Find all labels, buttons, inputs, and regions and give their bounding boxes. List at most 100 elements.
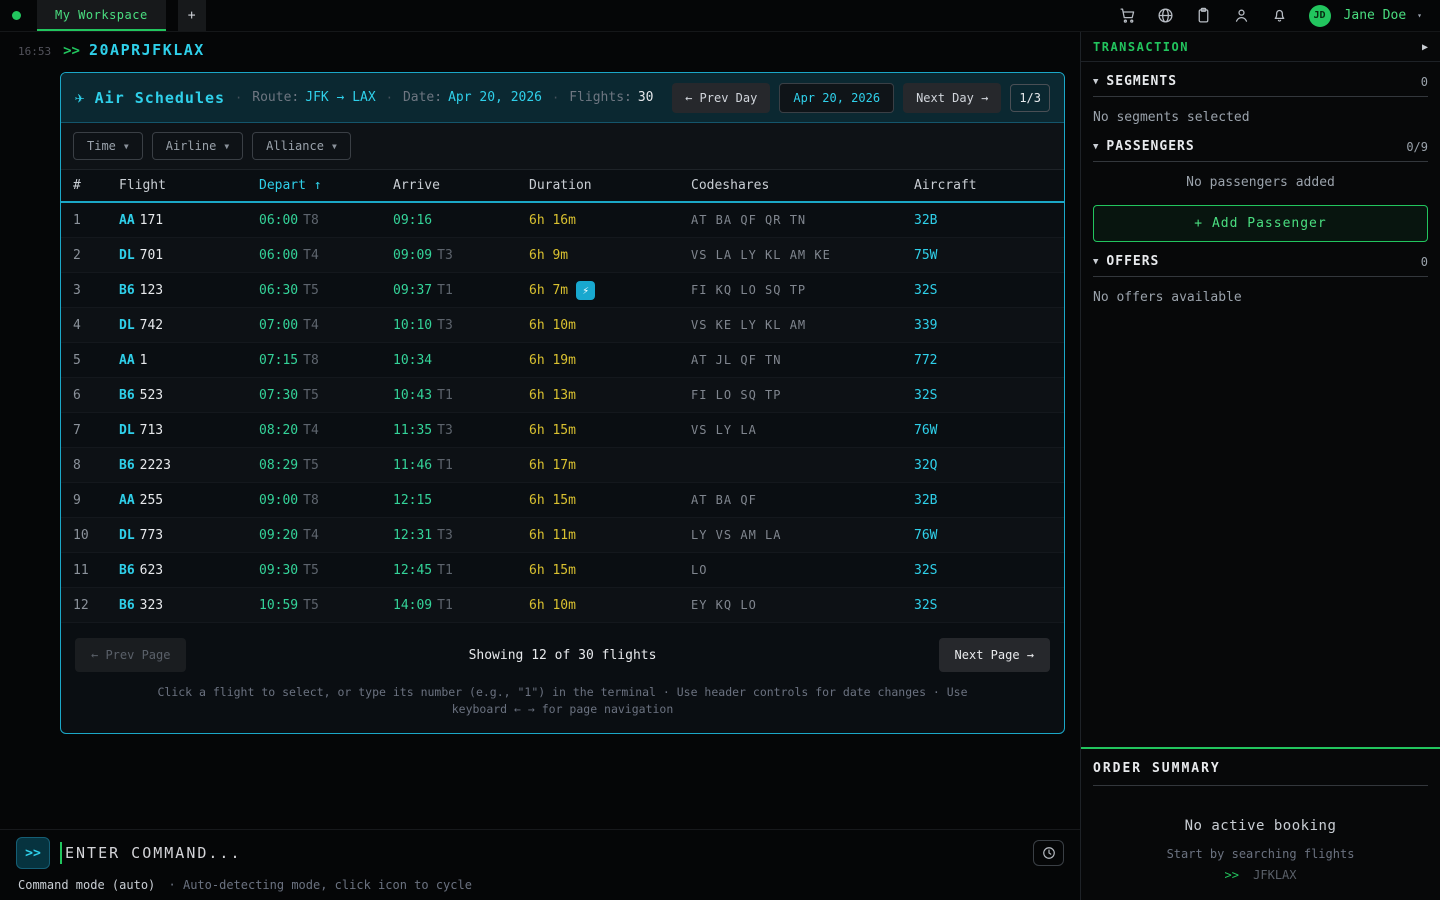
arrive-cell: 12:31T3 (393, 528, 529, 543)
segments-empty-text: No segments selected (1093, 97, 1428, 127)
filter-airline-button[interactable]: Airline ▼ (152, 132, 243, 160)
prev-day-button[interactable]: ← Prev Day (672, 83, 770, 113)
column-header-depart[interactable]: Depart ↑ (259, 178, 393, 193)
aircraft-cell: 32Q (914, 458, 1064, 473)
date-picker-button[interactable]: Apr 20, 2026 (779, 83, 894, 113)
clipboard-icon[interactable] (1195, 7, 1212, 24)
depart-terminal: T8 (303, 213, 319, 228)
command-mode-icon[interactable]: >> (16, 837, 50, 869)
arrive-cell: 10:10T3 (393, 318, 529, 333)
depart-cell: 10:59T5 (259, 598, 393, 613)
table-row[interactable]: 9 AA255 09:00T8 12:15 6h 15m (61, 483, 1064, 518)
arrive-time: 09:16 (393, 213, 432, 228)
table-row[interactable]: 8 B62223 08:29T5 11:46T1 6h 17m (61, 448, 1064, 483)
command-input[interactable] (65, 844, 1033, 862)
duration-cell: 6h 9m (529, 248, 691, 263)
depart-cell: 06:30T5 (259, 283, 393, 298)
prompt-icon: >> (63, 43, 80, 59)
depart-time: 08:20 (259, 423, 298, 438)
user-avatar[interactable]: JD (1309, 5, 1331, 27)
table-row[interactable]: 1 AA171 06:00T8 09:16 6h 16m (61, 203, 1064, 238)
depart-terminal: T8 (303, 353, 319, 368)
prompt-icon: >> (1224, 868, 1238, 882)
filter-alliance-label: Alliance (266, 139, 324, 153)
prev-page-button[interactable]: ← Prev Page (75, 638, 186, 672)
depart-cell: 09:20T4 (259, 528, 393, 543)
codeshares-cell: FI KQ LO SQ TP (691, 283, 914, 297)
workspace-tab[interactable]: My Workspace (37, 0, 166, 31)
airline-code: AA (119, 213, 135, 228)
depart-cell: 06:00T8 (259, 213, 393, 228)
arrive-cell: 09:16 (393, 213, 529, 228)
row-number: 11 (73, 563, 119, 578)
table-row[interactable]: 3 B6123 06:30T5 09:37T1 6h 7m⚡ (61, 273, 1064, 308)
filter-alliance-button[interactable]: Alliance ▼ (252, 132, 351, 160)
expand-right-icon[interactable]: ▶ (1422, 42, 1428, 53)
table-row[interactable]: 10 DL773 09:20T4 12:31T3 6h 11m (61, 518, 1064, 553)
flight-cell: B62223 (119, 458, 259, 473)
chevron-down-icon[interactable]: ▾ (1417, 11, 1422, 20)
codeshares-cell: VS LY LA (691, 423, 914, 437)
next-page-button[interactable]: Next Page → (939, 638, 1050, 672)
next-day-button[interactable]: Next Day → (903, 83, 1001, 113)
flights-count: 30 (638, 90, 654, 105)
history-button[interactable] (1033, 840, 1064, 866)
table-row[interactable]: 4 DL742 07:00T4 10:10T3 6h 10m (61, 308, 1064, 343)
user-icon[interactable] (1233, 7, 1250, 24)
passengers-section-header[interactable]: ▼ PASSENGERS 0/9 (1093, 139, 1428, 162)
order-summary-section: ORDER SUMMARY No active booking Start by… (1081, 747, 1440, 900)
row-number: 9 (73, 493, 119, 508)
depart-time: 09:00 (259, 493, 298, 508)
aircraft-cell: 76W (914, 423, 1064, 438)
arrive-cell: 09:37T1 (393, 283, 529, 298)
table-row[interactable]: 2 DL701 06:00T4 09:09T3 6h 9m (61, 238, 1064, 273)
table-row[interactable]: 7 DL713 08:20T4 11:35T3 6h 15m (61, 413, 1064, 448)
page-indicator: 1/3 (1010, 84, 1050, 112)
bell-icon[interactable] (1271, 7, 1288, 24)
column-header-flight[interactable]: Flight (119, 178, 259, 193)
table-row[interactable]: 12 B6323 10:59T5 14:09T1 6h 10m (61, 588, 1064, 623)
chevron-down-icon: ▼ (332, 142, 337, 151)
flight-cell: DL742 (119, 318, 259, 333)
duration-value: 6h 13m (529, 388, 576, 403)
table-row[interactable]: 11 B6623 09:30T5 12:45T1 6h 15m (61, 553, 1064, 588)
transaction-header: TRANSACTION ▶ (1081, 32, 1440, 62)
globe-icon[interactable] (1157, 7, 1174, 24)
plane-icon: ✈ (75, 88, 85, 107)
column-header-aircraft[interactable]: Aircraft (914, 178, 1064, 193)
echo-timestamp: 16:53 (18, 45, 51, 58)
table-row[interactable]: 6 B6523 07:30T5 10:43T1 6h 13m (61, 378, 1064, 413)
depart-time: 06:00 (259, 248, 298, 263)
duration-value: 6h 7m (529, 283, 568, 298)
terminal-echo-line: 16:53 >> 20APRJFKLAX (0, 32, 1080, 59)
depart-terminal: T4 (303, 528, 319, 543)
depart-terminal: T5 (303, 283, 319, 298)
column-header-duration[interactable]: Duration (529, 178, 691, 193)
cart-icon[interactable] (1119, 7, 1136, 24)
row-number: 5 (73, 353, 119, 368)
offers-title: OFFERS (1106, 254, 1159, 269)
column-header-codeshares[interactable]: Codeshares (691, 178, 914, 193)
column-header-num[interactable]: # (73, 178, 119, 193)
offers-section-header[interactable]: ▼ OFFERS 0 (1093, 254, 1428, 277)
add-passenger-button[interactable]: + Add Passenger (1093, 205, 1428, 242)
panel-title: Air Schedules (95, 89, 225, 107)
flight-cell: AA1 (119, 353, 259, 368)
codeshares-cell: FI LO SQ TP (691, 388, 914, 402)
codeshares-cell: AT BA QF (691, 493, 914, 507)
filter-time-button[interactable]: Time ▼ (73, 132, 143, 160)
codeshares-cell: LY VS AM LA (691, 528, 914, 542)
segments-section-header[interactable]: ▼ SEGMENTS 0 (1093, 74, 1428, 97)
order-summary-empty-text: No active booking (1093, 818, 1428, 834)
table-row[interactable]: 5 AA1 07:15T8 10:34 6h 19m A (61, 343, 1064, 378)
arrive-terminal: T1 (437, 388, 453, 403)
new-tab-button[interactable]: + (178, 0, 206, 31)
order-summary-command-hint: >> JFKLAX (1093, 868, 1428, 882)
filter-airline-label: Airline (166, 139, 217, 153)
offers-empty-text: No offers available (1093, 277, 1428, 307)
column-header-arrive[interactable]: Arrive (393, 178, 529, 193)
row-number: 7 (73, 423, 119, 438)
arrive-terminal: T1 (437, 563, 453, 578)
offers-count: 0 (1421, 255, 1428, 269)
passengers-section: ▼ PASSENGERS 0/9 No passengers added + A… (1081, 127, 1440, 242)
